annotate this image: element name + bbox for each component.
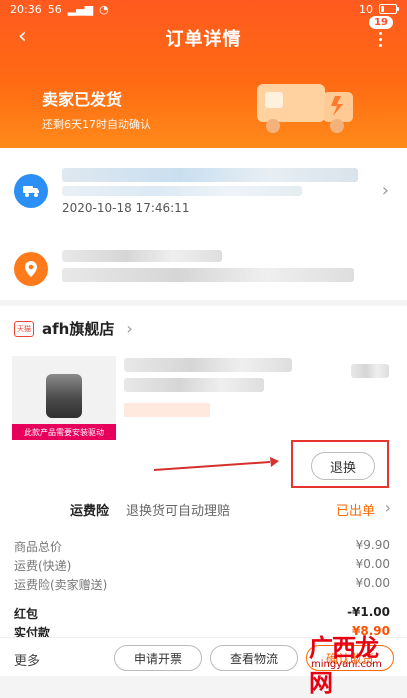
more-button[interactable]: 更多 (14, 650, 40, 669)
more-menu-icon[interactable] (371, 30, 389, 48)
fee-label: 商品总价 (14, 540, 63, 554)
shipping-subtitle: 还剩6天17时自动确认 (42, 118, 151, 131)
shop-name[interactable]: afh旗舰店 (42, 318, 114, 339)
notification-badge: 19 (369, 16, 393, 29)
logistics-info-blurred (62, 168, 358, 182)
insurance-chevron-icon: › (384, 498, 391, 517)
fee-row-shipping: 运费(快递) ¥0.00 (14, 557, 394, 574)
fee-label: 运费(快递) (14, 559, 72, 573)
page-title: 订单详情 (165, 29, 242, 50)
logistics-time: 2020-10-18 17:46:11 (62, 201, 190, 215)
shop-header[interactable]: 天猫 afh旗舰店 › (14, 318, 133, 339)
delivery-truck-icon (257, 84, 353, 133)
annotation-arrow-icon (153, 457, 279, 471)
insurance-desc: 退换货可自动理赔 (126, 504, 231, 519)
product-price-blurred (351, 364, 389, 378)
track-logistics-button[interactable]: 查看物流 (210, 645, 298, 671)
status-right: 10 (359, 2, 399, 16)
return-exchange-button[interactable]: 退换 (311, 452, 375, 480)
shop-logo: 天猫 (14, 320, 34, 337)
site-watermark: 广西龙网 mingyanl.com (303, 626, 395, 697)
product-spec-tag (124, 403, 210, 417)
status-left: 20:36 56 ▂▄▆ ◔ (10, 3, 109, 16)
fee-row-insurance: 运费险(卖家赠送) ¥0.00 (14, 576, 394, 593)
shipping-title: 卖家已发货 (42, 90, 123, 109)
return-highlight-box: 退换 (291, 440, 389, 488)
watermark-url: mingyanl.com (311, 659, 382, 670)
fee-label: 红包 (14, 607, 39, 621)
product-title-blurred-2 (124, 378, 264, 392)
product-image[interactable]: 此款产品需要安装驱动 (12, 356, 116, 440)
battery-label: 10 (359, 2, 373, 16)
shipping-status: 卖家已发货 还剩6天17时自动确认 (42, 86, 151, 132)
product-photo-icon (46, 374, 82, 418)
shipping-insurance-row[interactable]: 运费险 退换货可自动理赔 已出单 › (0, 496, 407, 522)
invoice-button[interactable]: 申请开票 (114, 645, 202, 671)
clock: 20:36 (10, 2, 42, 16)
logistics-chevron-icon[interactable]: › (382, 180, 389, 201)
truck-icon (14, 174, 48, 208)
fee-value: ¥0.00 (355, 557, 390, 571)
shop-chevron-icon: › (126, 319, 133, 338)
battery-fill (381, 6, 384, 12)
address-line-blurred (62, 268, 354, 282)
order-detail-page: 20:36 56 ▂▄▆ ◔ 10 ‹ 订单详情 19 卖家已发货 还剩6天17… (0, 0, 407, 697)
shop-card: 天猫 afh旗舰店 › 此款产品需要安装驱动 退换 运费险 退换货可自动理赔 已… (0, 306, 407, 675)
logistics-info-blurred-2 (62, 186, 302, 196)
product-caption: 此款产品需要安装驱动 (12, 424, 116, 440)
signal-text: 56 (47, 2, 62, 16)
product-title-blurred (124, 358, 292, 372)
insurance-status: 已出单 (335, 504, 375, 519)
fee-row-redpacket: 红包 -¥1.00 (14, 605, 394, 622)
address-name-blurred (62, 250, 222, 262)
fee-row-goods: 商品总价 ¥9.90 (14, 538, 394, 555)
top-nav: ‹ 订单详情 19 (0, 16, 407, 58)
logistics-card: 2020-10-18 17:46:11 › (0, 148, 407, 300)
location-pin-icon (14, 252, 48, 286)
back-icon[interactable]: ‹ (18, 26, 27, 48)
fee-label: 运费险(卖家赠送) (14, 578, 108, 592)
order-header: 20:36 56 ▂▄▆ ◔ 10 ‹ 订单详情 19 卖家已发货 还剩6天17… (0, 0, 407, 148)
status-bar: 20:36 56 ▂▄▆ ◔ 10 (0, 0, 407, 18)
fee-value: ¥0.00 (355, 576, 390, 590)
battery-icon (379, 4, 399, 14)
insurance-label: 运费险 (70, 504, 110, 519)
signal-icon: ▂▄▆ (67, 2, 94, 16)
wifi-icon: ◔ (99, 2, 109, 16)
fee-value: -¥1.00 (347, 605, 390, 619)
fee-value: ¥9.90 (355, 538, 390, 552)
